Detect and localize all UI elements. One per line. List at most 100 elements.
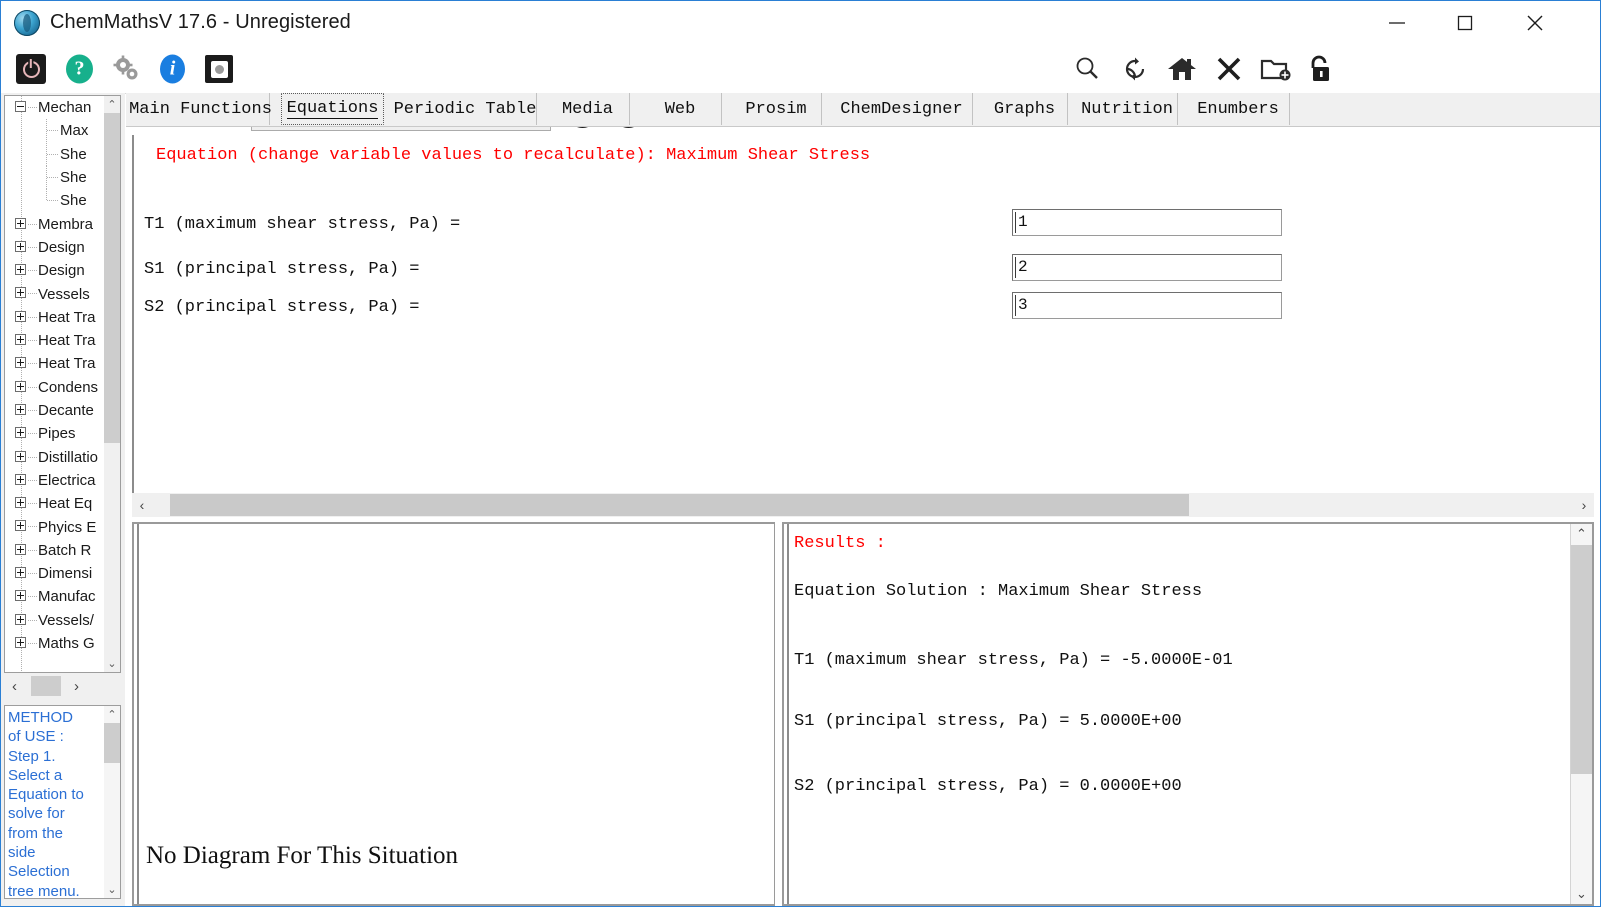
tab-main-functions[interactable]: Main Functions <box>129 93 272 125</box>
tree-item[interactable]: Maths G <box>5 632 106 655</box>
tree-item[interactable]: Design <box>5 259 106 282</box>
tree-item[interactable]: Phyics E <box>5 515 106 538</box>
tab-enumbers[interactable]: Enumbers <box>1187 93 1290 125</box>
tree-item[interactable]: Mechan <box>5 96 106 119</box>
tree-item[interactable]: Vessels/ <box>5 609 106 632</box>
equation-value-input[interactable]: 2 <box>1012 254 1282 281</box>
results-edge <box>787 524 789 904</box>
expand-icon[interactable] <box>15 240 26 252</box>
tree-scroll-down-button[interactable]: ⌄ <box>104 655 120 672</box>
tree-vertical-scrollbar[interactable]: ⌃ ⌄ <box>104 96 120 672</box>
tree-item[interactable]: Max <box>5 119 106 143</box>
expand-icon[interactable] <box>15 264 26 276</box>
results-vertical-scrollbar[interactable]: ⌃ ⌄ <box>1570 524 1592 904</box>
help-icon[interactable]: ? <box>65 54 94 84</box>
tree-item[interactable]: Decante <box>5 399 106 422</box>
tree-item[interactable]: Condens <box>5 376 106 399</box>
tree-item[interactable]: Vessels <box>5 282 106 305</box>
tree-item[interactable]: Heat Eq <box>5 492 106 515</box>
tree-scroll-thumb[interactable] <box>104 113 120 443</box>
tree-item[interactable]: She <box>5 165 106 190</box>
tree-item-label: Design <box>38 262 85 280</box>
info-icon[interactable]: i <box>158 54 187 84</box>
minimize-button[interactable] <box>1374 1 1419 44</box>
results-scroll-thumb[interactable] <box>1571 545 1592 774</box>
tab-periodic-table[interactable]: Periodic Table <box>394 93 537 125</box>
expand-icon[interactable] <box>15 567 26 578</box>
equation-horizontal-scrollbar[interactable]: ‹ › <box>132 493 1594 517</box>
expand-icon[interactable] <box>15 520 26 532</box>
collapse-icon[interactable] <box>15 101 26 112</box>
expand-icon[interactable] <box>15 334 26 345</box>
tree-item[interactable]: Pipes <box>5 422 106 445</box>
tab-nutrition[interactable]: Nutrition <box>1077 93 1178 125</box>
expand-icon[interactable] <box>15 287 26 299</box>
tree-item[interactable]: Electrica <box>5 469 106 492</box>
method-scroll-thumb[interactable] <box>104 723 120 763</box>
expand-icon[interactable] <box>15 590 26 602</box>
gears-icon[interactable] <box>112 54 142 84</box>
unlock-icon[interactable] <box>1306 54 1334 84</box>
tree-item[interactable]: Distillatio <box>5 446 106 469</box>
selection-tree-panel[interactable]: Mechan Max She She She Membra Design Design Vess… <box>4 95 121 673</box>
tab-equations[interactable]: Equations <box>281 93 384 125</box>
home-icon[interactable] <box>1166 54 1198 84</box>
window-title: ChemMathsV 17.6 - Unregistered <box>50 11 351 33</box>
tree-item[interactable]: Heat Tra <box>5 352 106 375</box>
tab-prosim[interactable]: Prosim <box>731 93 822 125</box>
results-scroll-up-button[interactable]: ⌃ <box>1571 524 1592 544</box>
tree-item[interactable]: Batch R <box>5 539 106 562</box>
method-vertical-scrollbar[interactable]: ⌃ ⌄ <box>104 706 120 898</box>
selection-tree[interactable]: Mechan Max She She She Membra Design Design Vess… <box>5 96 106 672</box>
tree-connector <box>47 176 58 178</box>
equation-value-input[interactable]: 1 <box>1012 209 1282 236</box>
search-icon[interactable] <box>1072 54 1102 84</box>
tree-item[interactable]: Dimensi <box>5 562 106 585</box>
equation-hscroll-thumb[interactable] <box>170 494 1189 516</box>
tree-horizontal-scrollbar[interactable]: ‹ › <box>4 675 121 697</box>
tab-chemdesigner[interactable]: ChemDesigner <box>831 93 973 125</box>
expand-icon[interactable] <box>15 543 26 555</box>
tree-item[interactable]: She <box>5 189 106 212</box>
expand-icon[interactable] <box>15 310 26 322</box>
tab-web[interactable]: Web <box>639 93 722 125</box>
results-scroll-down-button[interactable]: ⌄ <box>1571 884 1592 904</box>
tab-graphs[interactable]: Graphs <box>982 93 1068 125</box>
equation-value-input[interactable]: 3 <box>1012 292 1282 319</box>
refresh-icon[interactable] <box>1120 54 1150 84</box>
new-folder-icon[interactable] <box>1260 54 1292 84</box>
method-scroll-down-button[interactable]: ⌄ <box>104 881 120 898</box>
close-x-icon[interactable] <box>1214 54 1244 84</box>
expand-icon[interactable] <box>15 380 26 392</box>
device-icon[interactable] <box>204 54 234 84</box>
tree-scroll-up-button[interactable]: ⌃ <box>104 96 120 113</box>
maximize-button[interactable] <box>1442 1 1487 44</box>
expand-icon[interactable] <box>15 450 26 462</box>
method-scroll-up-button[interactable]: ⌃ <box>104 706 120 723</box>
tree-item[interactable]: Design <box>5 236 106 259</box>
method-of-use-panel[interactable]: METHOD of USE : Step 1. Select a Equatio… <box>4 705 121 899</box>
tree-item-label: She <box>60 145 87 163</box>
equation-scroll-right-button[interactable]: › <box>1574 493 1594 517</box>
tree-item[interactable]: Heat Tra <box>5 329 106 352</box>
expand-icon[interactable] <box>15 427 26 439</box>
tree-item[interactable]: Membra <box>5 213 106 236</box>
expand-icon[interactable] <box>15 473 26 485</box>
expand-icon[interactable] <box>15 497 26 509</box>
expand-icon[interactable] <box>15 636 26 648</box>
power-icon[interactable] <box>16 54 46 84</box>
tree-item[interactable]: She <box>5 142 106 166</box>
tab-media[interactable]: Media <box>546 93 630 125</box>
tree-scroll-left-button[interactable]: ‹ <box>4 675 25 697</box>
tree-scroll-right-button[interactable]: › <box>66 675 87 697</box>
equation-scroll-left-button[interactable]: ‹ <box>132 493 152 517</box>
close-button[interactable] <box>1512 1 1557 44</box>
expand-icon[interactable] <box>15 613 26 625</box>
expand-icon[interactable] <box>15 403 26 415</box>
tree-hscroll-thumb[interactable] <box>31 676 61 696</box>
tree-item[interactable]: Heat Tra <box>5 306 106 329</box>
tree-item[interactable]: Manufac <box>5 585 106 608</box>
expand-icon[interactable] <box>15 357 26 369</box>
tree-item-label: Heat Eq <box>38 495 93 513</box>
expand-icon[interactable] <box>15 217 26 229</box>
